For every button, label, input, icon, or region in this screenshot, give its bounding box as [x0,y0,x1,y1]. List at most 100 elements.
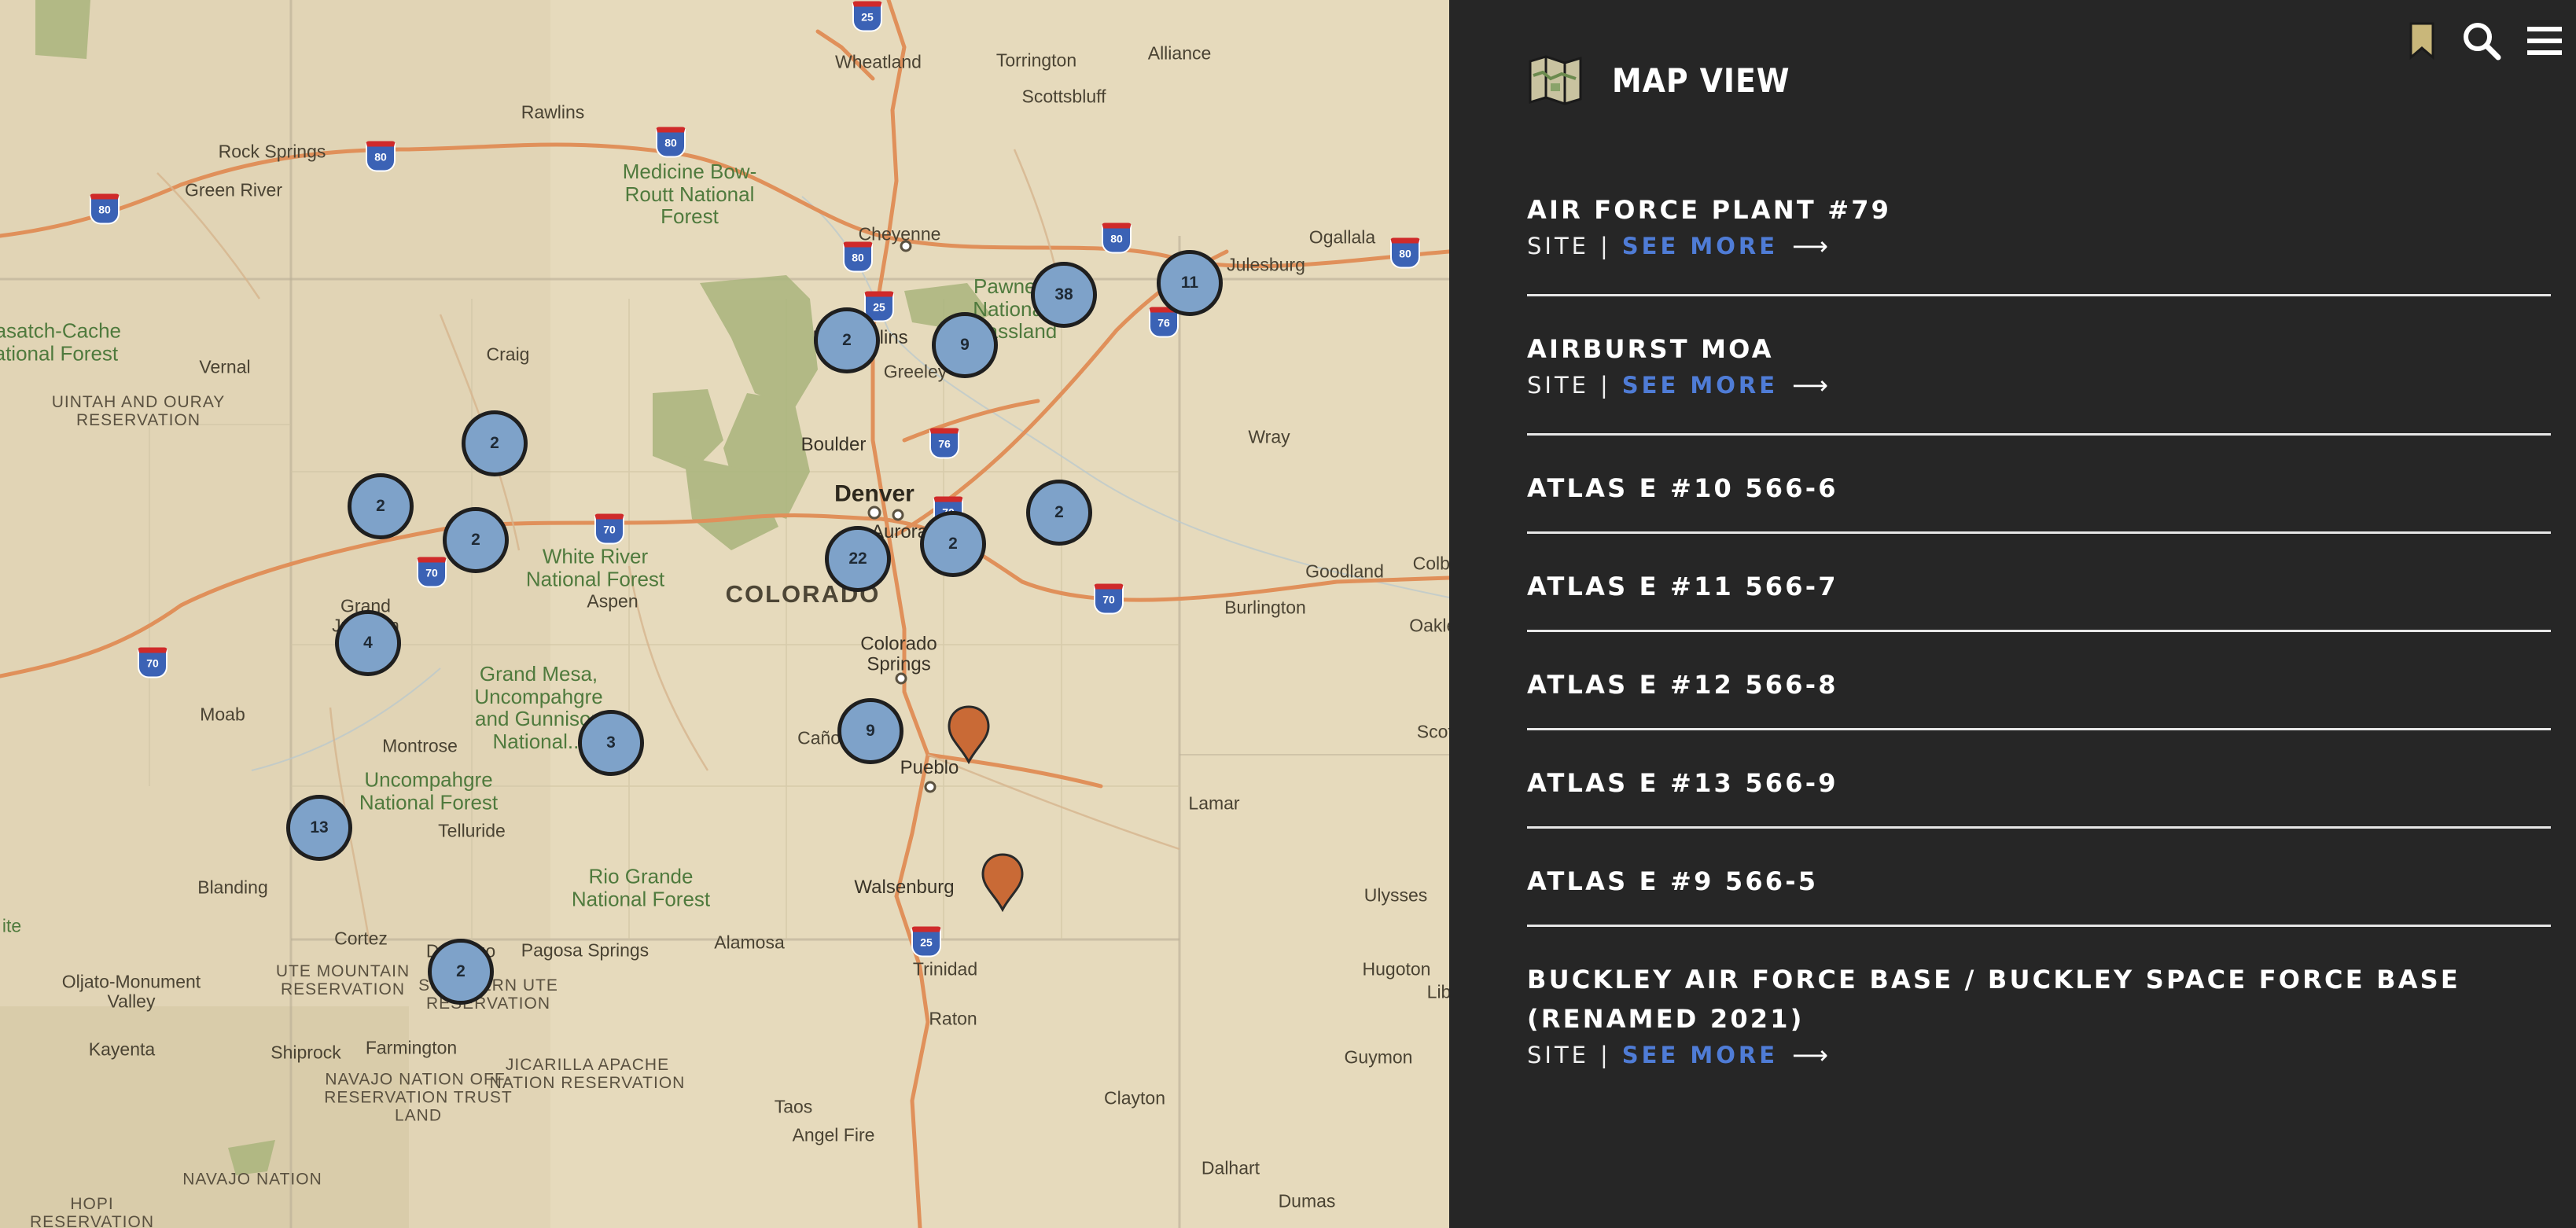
map-side-panel: MAP VIEW AIR FORCE PLANT #79 SITE | SEE … [1449,0,2576,1228]
search-icon[interactable] [2461,20,2502,65]
interstate-shield: 25 [911,926,941,958]
map-label: Shiprock [270,1042,341,1063]
map-cluster[interactable]: 3 [578,710,644,776]
site-title[interactable]: ATLAS E #13 566-9 [1527,763,2551,803]
map-label: Guymon [1344,1046,1413,1068]
map-label: Alliance [1147,42,1212,64]
arrow-right-icon: ⟶ [1792,370,1828,400]
site-meta: SITE | SEE MORE ⟶ [1527,370,2551,400]
panel-header: MAP VIEW [1527,52,1790,108]
map-label: Ulysses [1363,884,1428,906]
list-item: AIR FORCE PLANT #79 SITE | SEE MORE ⟶ [1527,181,2551,296]
map-label: Kayenta [88,1039,156,1060]
map-label: White River National Forest [525,544,665,590]
site-title[interactable]: BUCKLEY AIR FORCE BASE / BUCKLEY SPACE F… [1527,960,2551,1039]
map-pin-marker[interactable] [981,852,1025,912]
map-cluster[interactable]: 13 [286,795,352,861]
map-label: UINTAH AND OURAY RESERVATION [51,392,226,429]
panel-title: MAP VIEW [1612,61,1790,100]
interstate-shield: 70 [138,647,167,678]
map-cluster[interactable]: 2 [920,511,986,577]
map-label: Farmington [365,1037,458,1058]
interstate-shield: 80 [656,127,686,158]
map-label: Cortez [334,928,388,949]
bookmark-icon[interactable] [2408,21,2436,64]
interstate-shield: 80 [1390,237,1420,269]
map-cluster[interactable]: 2 [348,473,414,539]
map-cluster[interactable]: 9 [837,698,903,764]
map-label: Wheatland [835,51,922,72]
map-label: Rock Springs [218,141,326,162]
map-label: Rawlins [521,101,585,123]
menu-icon[interactable] [2527,24,2562,62]
map-label: Lib [1426,981,1449,1002]
site-title[interactable]: ATLAS E #9 566-5 [1527,862,2551,901]
site-type: SITE [1527,233,1589,259]
map-label: Ogallala [1308,226,1376,248]
site-type: SITE [1527,1042,1589,1068]
map-pin-marker[interactable] [947,704,991,764]
separator: | [1600,1042,1611,1068]
map-label: Wasatch-Cache National Forest [0,318,121,365]
map-label: Hugoton [1362,958,1431,980]
map-cluster[interactable]: 22 [825,526,891,592]
map-label: NAVAJO NATION OFF-RESERVATION TRUST LAND [324,1070,513,1125]
map-label: Trinidad [912,958,978,980]
map-label: Vernal [199,356,251,377]
map-cluster[interactable]: 38 [1031,262,1097,328]
site-type: SITE [1527,372,1589,399]
map-label: ite [2,915,22,936]
top-toolbar [2408,20,2562,65]
map-view[interactable]: Wheatland Torrington Alliance Rawlins Sc… [0,0,1449,1228]
map-cluster[interactable]: 4 [335,610,401,676]
map-label: Torrington [995,50,1077,71]
map-cluster[interactable]: 11 [1157,250,1223,316]
map-label: Wray [1248,426,1290,447]
map-cluster[interactable]: 2 [1026,480,1092,546]
map-label: Lamar [1188,792,1240,814]
folded-map-icon [1529,55,1582,105]
list-item: ATLAS E #11 566-7 [1527,557,2551,632]
map-label: Blanding [197,877,268,898]
site-title[interactable]: AIR FORCE PLANT #79 [1527,190,2551,230]
site-title[interactable]: AIRBURST MOA [1527,329,2551,369]
site-meta: SITE | SEE MORE ⟶ [1527,1040,2551,1070]
map-label: Colby [1412,553,1449,574]
interstate-shield: 70 [417,557,447,588]
map-cluster[interactable]: 2 [462,410,528,476]
map-cluster[interactable]: 9 [932,312,998,378]
map-label: Scott [1416,721,1449,742]
map-cluster[interactable]: 2 [814,307,880,373]
see-more-link[interactable]: SEE MORE ⟶ [1622,1040,1828,1070]
map-label: Uncompahgre National Forest [359,767,499,814]
map-label: Goodland [1305,561,1384,582]
map-label: Telluride [438,820,506,841]
map-label: Julesburg [1227,254,1305,275]
map-label: Rio Grande National Forest [571,864,711,910]
list-item: ATLAS E #9 566-5 [1527,852,2551,927]
map-label: Craig [486,344,530,365]
list-item: ATLAS E #10 566-6 [1527,459,2551,534]
see-more-link[interactable]: SEE MORE ⟶ [1622,370,1828,400]
separator: | [1600,233,1611,259]
see-more-label: SEE MORE [1621,233,1779,259]
map-label: Burlington [1224,597,1306,618]
map-cluster[interactable]: 2 [443,507,509,573]
map-label: Dumas [1278,1190,1336,1211]
site-title[interactable]: ATLAS E #12 566-8 [1527,665,2551,704]
list-item: BUCKLEY AIR FORCE BASE / BUCKLEY SPACE F… [1527,950,2551,1103]
arrow-right-icon: ⟶ [1792,231,1828,261]
site-title[interactable]: ATLAS E #11 566-7 [1527,567,2551,606]
interstate-shield: 70 [1094,583,1124,615]
map-label: Taos [774,1096,813,1117]
map-label: Pagosa Springs [521,939,650,961]
interstate-shield: 70 [594,513,624,545]
map-label: HOPI RESERVATION [29,1194,155,1228]
map-label: Green River [185,179,282,200]
map-label: Walsenburg [854,876,955,898]
see-more-link[interactable]: SEE MORE ⟶ [1622,231,1828,261]
site-title[interactable]: ATLAS E #10 566-6 [1527,469,2551,508]
interstate-shield: 80 [366,141,396,172]
map-label: Angel Fire [792,1124,875,1145]
map-cluster[interactable]: 2 [428,939,494,1005]
